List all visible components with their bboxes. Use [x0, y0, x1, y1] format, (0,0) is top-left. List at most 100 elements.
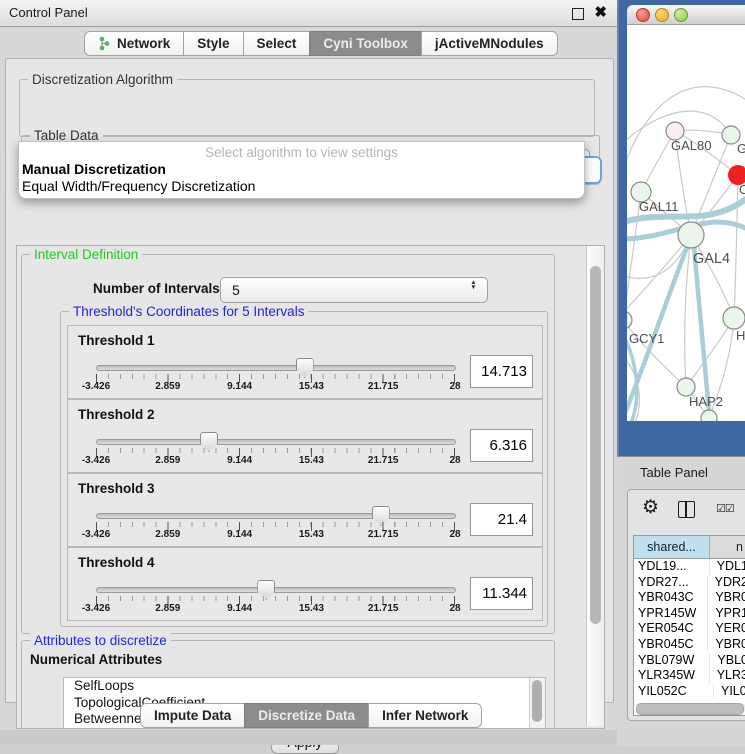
settings-scrollbar-thumb[interactable] [590, 266, 601, 624]
settings-scrollbar[interactable] [586, 246, 604, 726]
group-title: Interval Definition [30, 247, 142, 262]
tab-label: Discretize Data [258, 704, 355, 727]
threshold-2-value-field[interactable]: 6.316 [470, 429, 533, 462]
tab-select[interactable]: Select [243, 31, 311, 56]
cyni-toolbox-panel: Discretization Algorithm Select algorith… [5, 58, 614, 703]
minimize-traffic-light-icon[interactable] [655, 8, 669, 22]
network-canvas[interactable]: GAL80G.CGAL11GAL4GCY1HHAP2 [627, 25, 745, 421]
columns-icon[interactable] [678, 501, 695, 518]
slider-scale-labels: -3.4262.8599.14415.4321.71528 [96, 381, 455, 395]
float-window-icon[interactable] [572, 8, 584, 20]
scale-tick-label: 9.144 [227, 529, 252, 540]
tab-network[interactable]: Network [84, 31, 184, 56]
algorithm-dropdown-popup: Select algorithm to view settings Manual… [18, 141, 585, 199]
table-row[interactable]: YDR27...YDR2 [634, 575, 745, 591]
scale-tick-label: 28 [449, 455, 460, 466]
tab-jactivemnodules[interactable]: jActiveMNodules [421, 31, 558, 56]
attribute-item[interactable]: SelfLoops [64, 678, 545, 695]
threshold-2-slider[interactable] [96, 439, 456, 445]
settings-scrollpane: Interval Definition Number of Intervals … [16, 245, 605, 729]
table-row[interactable]: YBR045CYBR0 [634, 637, 745, 653]
zoom-traffic-light-icon[interactable] [674, 8, 688, 22]
scale-tick-label: 2.859 [155, 603, 180, 614]
tab-label: Style [197, 32, 229, 55]
list-scrollbar[interactable] [529, 678, 545, 729]
control-panel-window: Control Panel ✖ Network Style Select Cyn… [0, 0, 618, 745]
table-horizontal-scrollbar[interactable] [636, 703, 745, 713]
threshold-4-value-field[interactable]: 11.344 [470, 577, 533, 610]
dropdown-placeholder-option[interactable]: Select algorithm to view settings [19, 142, 584, 161]
table-row[interactable]: YIL052CYIL0 [634, 684, 745, 700]
slider-scale-labels: -3.4262.8599.14415.4321.71528 [96, 603, 455, 617]
number-of-intervals-combobox[interactable]: 5 ▲▼ [220, 277, 488, 303]
table-panel-card: ⚙ ☑☑ shared... n YDL19...YDL1YDR27...YDR… [627, 489, 745, 721]
table-panel-title: Table Panel [640, 465, 708, 480]
table-panel-section: Table Panel ⚙ ☑☑ shared... n YDL19...YDL… [617, 456, 745, 746]
threshold-2-block: Threshold 2 -3.4262.8599.14415.4321.7152… [67, 399, 543, 473]
table-row[interactable]: YBR043CYBR0 [634, 590, 745, 606]
scale-tick-label: 28 [449, 381, 460, 392]
tab-label: Cyni Toolbox [323, 32, 408, 55]
threshold-4-slider[interactable] [96, 587, 456, 593]
spinner-arrows-icon: ▲▼ [469, 281, 478, 290]
scale-tick-label: -3.426 [82, 603, 110, 614]
network-node-gal4[interactable] [678, 222, 704, 248]
scale-tick-label: 21.715 [368, 529, 399, 540]
node-label: HAP2 [689, 394, 723, 409]
threshold-label: Threshold 4 [78, 555, 155, 570]
number-of-intervals-value: 5 [232, 278, 240, 302]
close-traffic-light-icon[interactable] [636, 8, 650, 22]
window-title: Control Panel [9, 5, 88, 20]
group-title: Discretization Algorithm [28, 72, 177, 87]
right-region: GAL80G.CGAL11GAL4GCY1HHAP2 Table Panel ⚙… [617, 0, 745, 745]
threshold-label: Threshold 2 [78, 407, 155, 422]
tab-cyni-toolbox[interactable]: Cyni Toolbox [309, 31, 422, 56]
discretization-algorithm-group: Discretization Algorithm [19, 79, 595, 137]
scale-tick-label: 28 [449, 529, 460, 540]
threshold-3-value-field[interactable]: 21.4 [470, 503, 533, 536]
table-hscrollbar-thumb[interactable] [636, 703, 744, 715]
column-header-shared[interactable]: shared... [634, 536, 710, 558]
tab-label: Network [117, 32, 170, 55]
table-row[interactable]: YLR345WYLR3 [634, 668, 745, 684]
interval-definition-group: Interval Definition Number of Intervals … [21, 254, 555, 634]
threshold-3-slider[interactable] [96, 513, 456, 519]
network-view-window: GAL80G.CGAL11GAL4GCY1HHAP2 [627, 5, 745, 420]
column-header-name[interactable]: n [710, 536, 745, 558]
top-tab-bar: Network Style Select Cyni Toolbox jActiv… [84, 31, 558, 56]
node-table: shared... n YDL19...YDL1YDR27...YDR2YBR0… [633, 535, 745, 716]
dropdown-option-manual[interactable]: Manual Discretization [19, 161, 584, 178]
tab-style[interactable]: Style [183, 31, 243, 56]
node-label: H [736, 328, 745, 343]
close-icon[interactable]: ✖ [594, 3, 607, 21]
tab-discretize-data[interactable]: Discretize Data [244, 703, 369, 728]
table-row[interactable]: YDL19...YDL1 [634, 559, 745, 575]
table-row[interactable]: YPR145WYPR1 [634, 606, 745, 622]
checkboxes-icon[interactable]: ☑☑ [716, 502, 734, 515]
table-row[interactable]: YBL079WYBL0 [634, 653, 745, 669]
threshold-label: Threshold 3 [78, 481, 155, 496]
threshold-1-slider[interactable] [96, 365, 456, 371]
scale-tick-label: 2.859 [155, 529, 180, 540]
threshold-1-value-field[interactable]: 14.713 [470, 355, 533, 388]
bottom-strip [0, 730, 617, 745]
network-node-gcy1[interactable] [627, 311, 632, 329]
scale-tick-label: -3.426 [82, 455, 110, 466]
tab-infer-network[interactable]: Infer Network [368, 703, 482, 728]
gear-icon[interactable]: ⚙ [642, 496, 659, 519]
slider-scale-labels: -3.4262.8599.14415.4321.71528 [96, 455, 455, 469]
tab-label: Select [257, 32, 297, 55]
table-body: YDL19...YDL1YDR27...YDR2YBR043CYBR0YPR14… [634, 559, 745, 699]
table-row[interactable]: YER054CYER0 [634, 621, 745, 637]
scale-tick-label: 9.144 [227, 381, 252, 392]
dropdown-option-equal-width[interactable]: Equal Width/Frequency Discretization [19, 178, 584, 195]
network-desktop: GAL80G.CGAL11GAL4GCY1HHAP2 [617, 0, 745, 456]
node-label: GAL11 [639, 199, 679, 214]
list-scrollbar-thumb[interactable] [532, 680, 542, 722]
number-of-intervals-label: Number of Intervals [93, 281, 220, 296]
tab-label: Infer Network [382, 704, 468, 727]
network-node-h[interactable] [723, 307, 745, 329]
node-label: C [739, 182, 745, 197]
network-node-unlabeled[interactable] [701, 410, 717, 421]
tab-impute-data[interactable]: Impute Data [140, 703, 245, 728]
